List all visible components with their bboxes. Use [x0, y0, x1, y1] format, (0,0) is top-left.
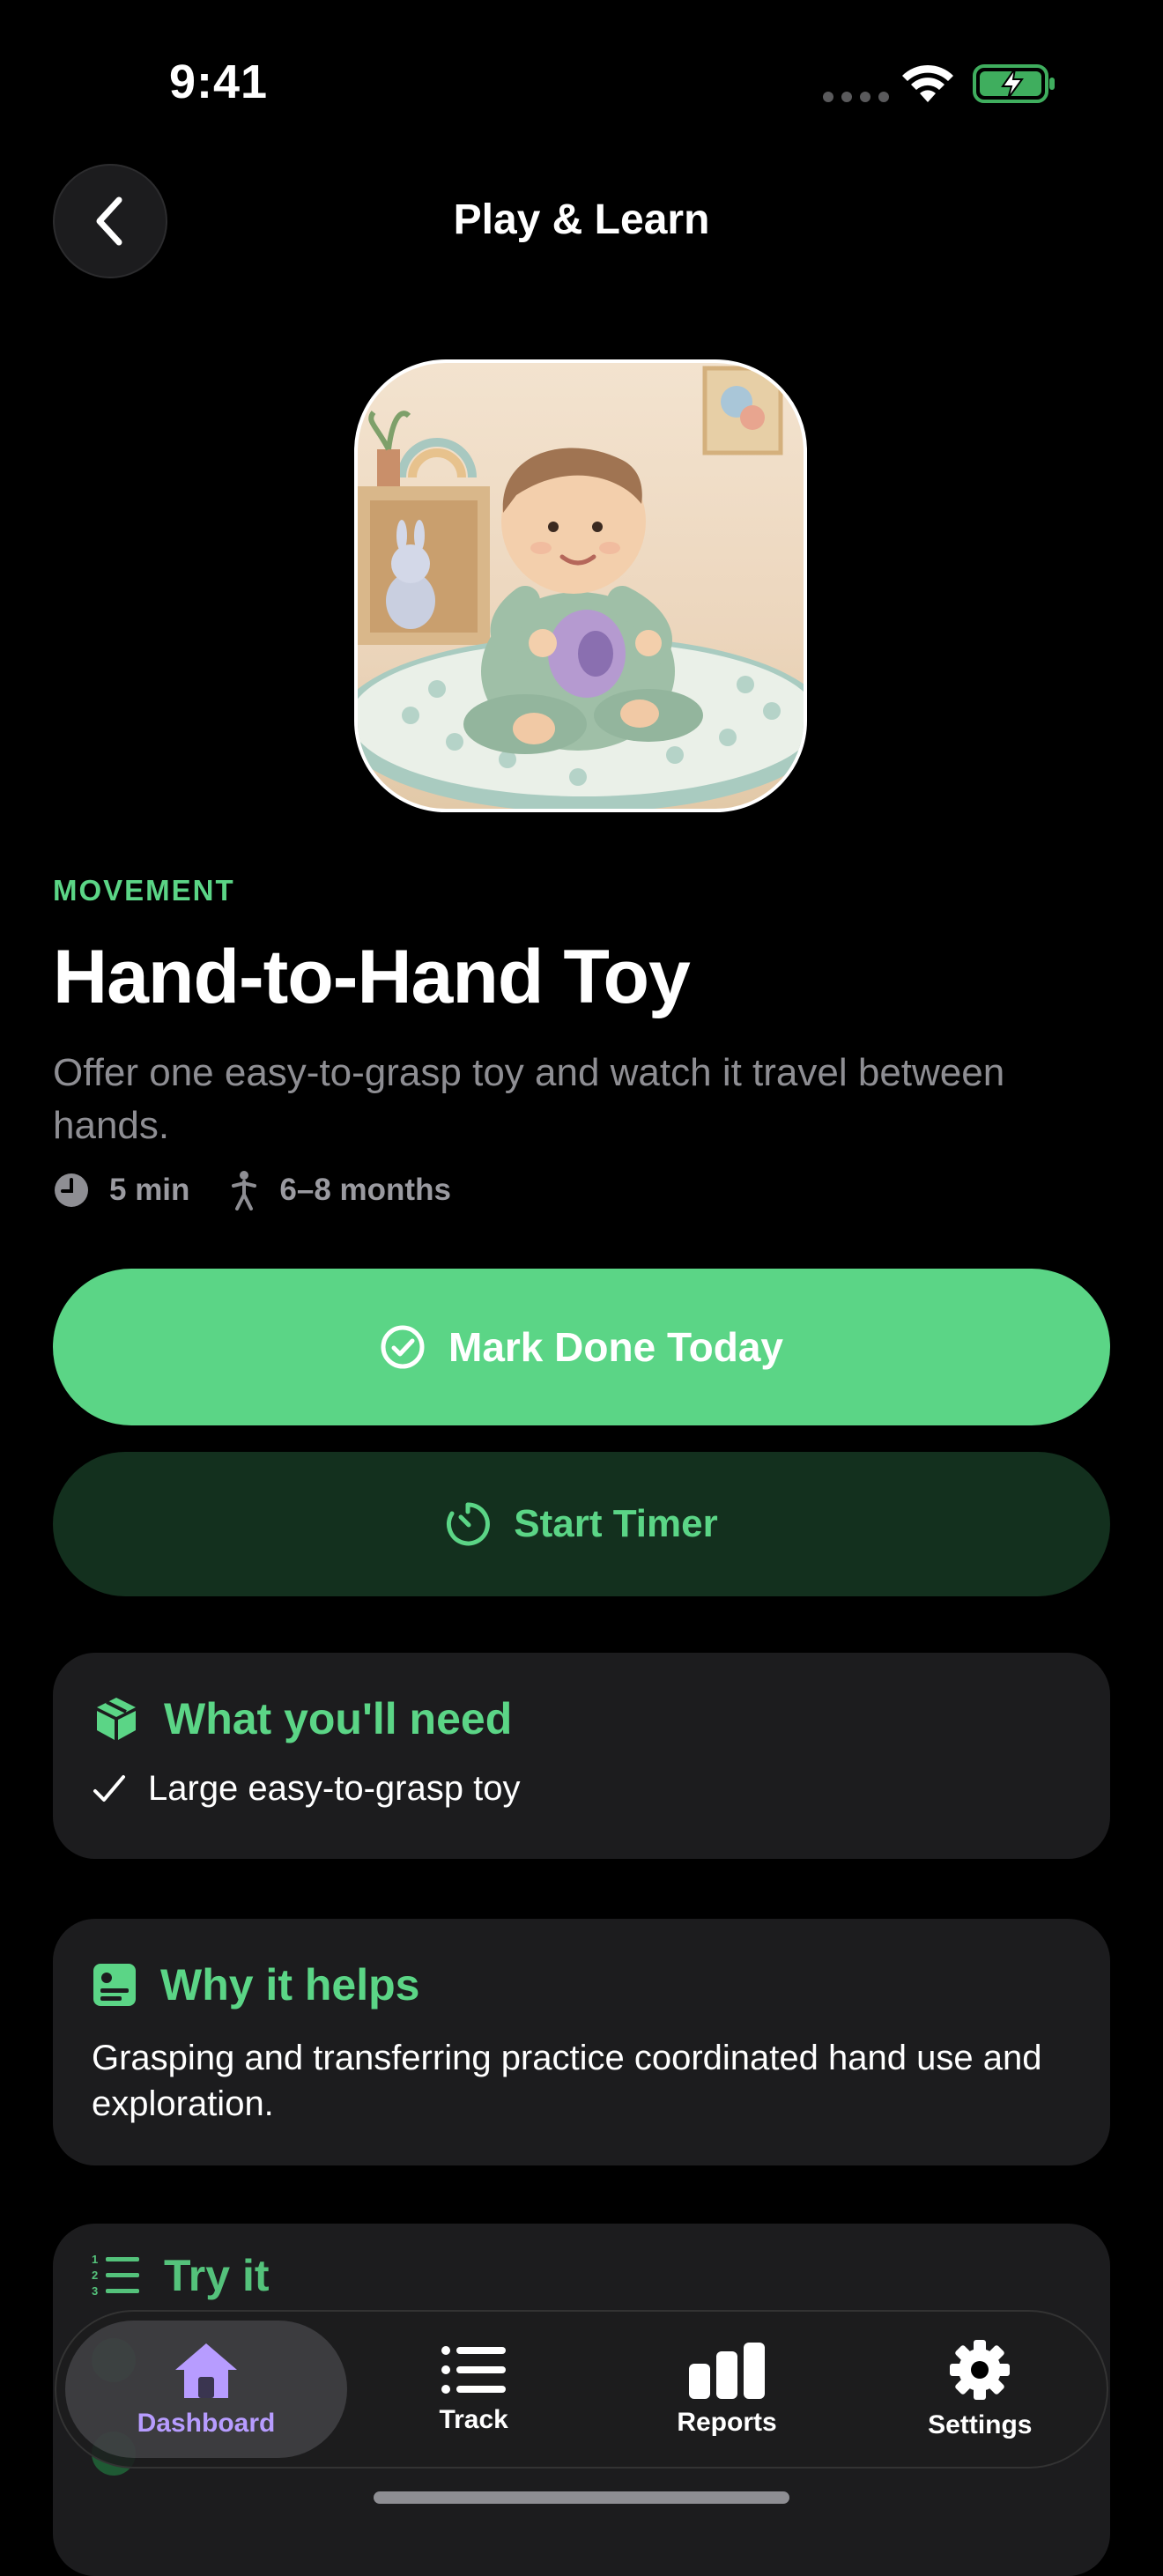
- tab-settings[interactable]: Settings: [854, 2312, 1107, 2467]
- info-card-icon: [93, 1964, 136, 2006]
- status-bar: 9:41: [0, 0, 1163, 167]
- house-icon: [175, 2343, 237, 2398]
- page-title: Play & Learn: [453, 196, 710, 243]
- try-it-heading: Try it: [164, 2251, 270, 2300]
- start-timer-label: Start Timer: [514, 1502, 718, 1545]
- activity-meta: 5 min 6–8 months: [53, 1170, 451, 1210]
- tab-track-label: Track: [439, 2405, 508, 2434]
- clock-icon: [53, 1172, 90, 1209]
- checkmark-icon: [93, 1774, 125, 1802]
- numbered-list-icon: 1 2 3: [92, 2253, 139, 2298]
- cellular-signal-icon: [823, 92, 889, 102]
- gear-icon: [950, 2340, 1011, 2400]
- needs-item-label: Large easy-to-grasp toy: [148, 1769, 521, 1808]
- tab-track[interactable]: Track: [347, 2312, 600, 2467]
- battery-charging-icon: [973, 64, 1055, 103]
- activity-age-range: 6–8 months: [279, 1173, 451, 1207]
- why-text: Grasping and transferring practice coord…: [92, 2039, 1042, 2123]
- bar-chart-icon: [688, 2343, 765, 2399]
- mark-done-button[interactable]: Mark Done Today: [53, 1269, 1110, 1425]
- person-walking-icon: [228, 1170, 260, 1210]
- svg-text:3: 3: [92, 2284, 98, 2298]
- activity-illustration: [354, 359, 807, 812]
- list-icon: [441, 2346, 506, 2394]
- tab-settings-label: Settings: [928, 2410, 1033, 2439]
- home-indicator: [374, 2491, 789, 2504]
- needs-heading: What you'll need: [164, 1694, 513, 1743]
- package-icon: [97, 1698, 136, 1740]
- wifi-icon: [902, 64, 953, 102]
- start-timer-button[interactable]: Start Timer: [53, 1452, 1110, 1596]
- needs-item: Large easy-to-grasp toy: [92, 1769, 1071, 1809]
- tab-dashboard[interactable]: Dashboard: [65, 2321, 347, 2458]
- tab-bar: Dashboard Track Reports Settings: [55, 2310, 1108, 2469]
- tab-dashboard-label: Dashboard: [137, 2409, 276, 2438]
- activity-duration: 5 min: [109, 1173, 190, 1207]
- tab-reports-label: Reports: [677, 2408, 777, 2437]
- status-time: 9:41: [169, 56, 269, 108]
- activity-title: Hand-to-Hand Toy: [53, 935, 691, 1019]
- timer-icon: [447, 1502, 491, 1546]
- activity-category: MOVEMENT: [53, 874, 235, 907]
- svg-text:1: 1: [92, 2253, 98, 2266]
- checkmark-circle-icon: [381, 1325, 425, 1369]
- svg-text:2: 2: [92, 2269, 98, 2282]
- needs-card: What you'll need Large easy-to-grasp toy: [53, 1653, 1110, 1859]
- why-heading: Why it helps: [160, 1960, 420, 2010]
- mark-done-label: Mark Done Today: [448, 1324, 783, 1370]
- why-card: Why it helps Grasping and transferring p…: [53, 1919, 1110, 2165]
- tab-reports[interactable]: Reports: [600, 2312, 853, 2467]
- activity-subtitle: Offer one easy-to-grasp toy and watch it…: [53, 1051, 1005, 1147]
